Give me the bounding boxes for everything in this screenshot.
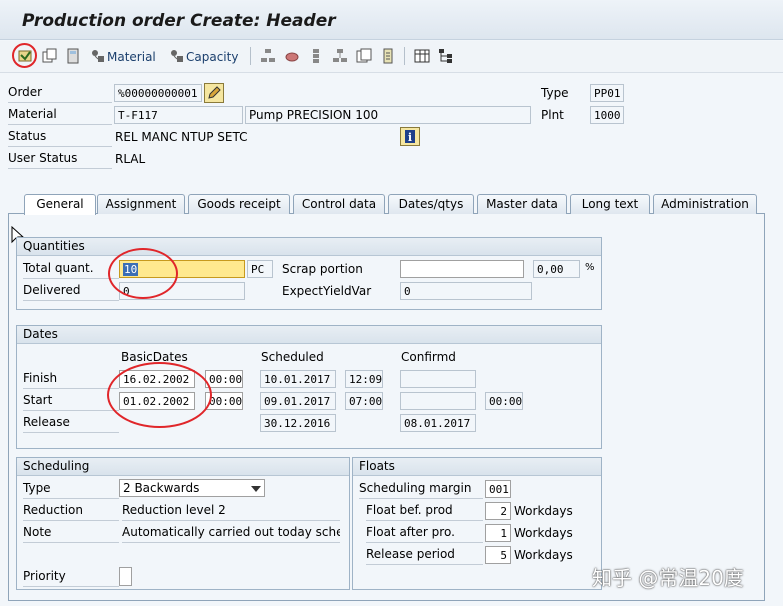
tree-icon[interactable] xyxy=(437,47,455,65)
network-icon[interactable] xyxy=(331,47,349,65)
note-label: Note xyxy=(23,525,119,543)
scheduled-header: Scheduled xyxy=(261,350,324,364)
scheduling-margin-input[interactable]: 001 xyxy=(485,480,511,498)
percent-sign: % xyxy=(585,262,595,273)
scheduling-type-label: Type xyxy=(23,481,119,499)
component-icon[interactable] xyxy=(283,47,301,65)
release-scheduled-date: 30.12.2016 xyxy=(260,414,336,432)
material-field: T-F117 xyxy=(114,106,243,124)
finish-scheduled-time: 12:09 xyxy=(345,370,383,388)
toolbar-separator xyxy=(404,47,405,65)
edit-icon[interactable] xyxy=(204,83,224,103)
start-confirmed-time: 00:00 xyxy=(485,392,523,410)
start-scheduled-time: 07:00 xyxy=(345,392,383,410)
sequence-icon[interactable] xyxy=(307,47,325,65)
toolbar-separator xyxy=(250,47,251,65)
float-before-input[interactable]: 2 xyxy=(485,502,511,520)
release-icon[interactable] xyxy=(16,47,34,65)
material-icon[interactable] xyxy=(89,47,107,65)
finish-confirmed-date xyxy=(400,370,476,388)
scrap-percent-field: 0,00 xyxy=(533,260,580,278)
delivered-label: Delivered xyxy=(23,283,119,301)
start-label: Start xyxy=(23,393,119,411)
type-label: Type xyxy=(541,86,569,100)
priority-label: Priority xyxy=(23,569,119,587)
user-status-value: RLAL xyxy=(115,152,146,166)
dates-title: Dates xyxy=(17,326,601,344)
material-label: Material xyxy=(8,107,112,125)
float-after-input[interactable]: 1 xyxy=(485,524,511,542)
scheduling-type-value: 2 Backwards xyxy=(123,481,200,495)
material-button[interactable]: Material xyxy=(107,50,156,64)
annotation-circle-basic-dates xyxy=(107,362,212,428)
floats-title: Floats xyxy=(353,458,601,476)
reduction-label: Reduction xyxy=(23,503,119,521)
finish-label: Finish xyxy=(23,371,119,389)
tab-long-text[interactable]: Long text xyxy=(570,194,650,214)
scheduling-type-select[interactable]: 2 Backwards xyxy=(119,479,265,497)
type-field: PP01 xyxy=(590,84,624,102)
tab-control-data[interactable]: Control data xyxy=(293,194,385,214)
svg-text:i: i xyxy=(408,131,412,144)
annotation-circle-quantity xyxy=(108,248,178,299)
status-value: REL MANC NTUP SETC xyxy=(115,130,248,144)
hierarchy-icon[interactable] xyxy=(259,47,277,65)
float-after-label: Float after pro. xyxy=(366,525,483,543)
list-icon[interactable] xyxy=(379,47,397,65)
plant-label: Plnt xyxy=(541,108,564,122)
confirmed-header: Confirmd xyxy=(401,350,456,364)
info-icon[interactable]: i xyxy=(400,127,420,146)
start-scheduled-date: 09.01.2017 xyxy=(260,392,336,410)
scrap-portion-input[interactable] xyxy=(400,260,524,278)
reduction-value: Reduction level 2 xyxy=(122,503,340,521)
float-after-unit: Workdays xyxy=(514,526,573,540)
note-value: Automatically carried out today sched... xyxy=(122,525,340,543)
chevron-down-icon[interactable] xyxy=(250,483,262,493)
page-title: Production order Create: Header xyxy=(22,11,336,31)
finish-basic-time-input[interactable]: 00:00 xyxy=(205,370,243,388)
watermark: 知乎 @常温20度 xyxy=(592,566,744,590)
priority-input[interactable] xyxy=(119,567,132,586)
quantities-title: Quantities xyxy=(17,238,601,256)
float-before-label: Float bef. prod xyxy=(366,503,483,521)
release-period-input[interactable]: 5 xyxy=(485,546,511,564)
release-confirmed-date: 08.01.2017 xyxy=(400,414,476,432)
copy-icon[interactable] xyxy=(41,47,59,65)
order-field: %00000000001 xyxy=(114,84,202,102)
capacity-icon[interactable] xyxy=(168,47,186,65)
calculator-icon[interactable] xyxy=(64,47,82,65)
plant-field: 1000 xyxy=(590,106,624,124)
start-confirmed-date xyxy=(400,392,476,410)
release-label: Release xyxy=(23,415,119,433)
status-label: Status xyxy=(8,129,112,147)
scheduling-margin-label: Scheduling margin xyxy=(359,481,483,499)
tab-master-data[interactable]: Master data xyxy=(477,194,567,214)
material-description: Pump PRECISION 100 xyxy=(245,106,531,124)
documents-icon[interactable] xyxy=(355,47,373,65)
finish-scheduled-date: 10.01.2017 xyxy=(260,370,336,388)
release-period-unit: Workdays xyxy=(514,548,573,562)
tab-goods-receipt[interactable]: Goods receipt xyxy=(188,194,290,214)
unit-field: PC xyxy=(247,260,273,278)
scheduling-title: Scheduling xyxy=(17,458,349,476)
expect-yield-field: 0 xyxy=(400,282,532,300)
tab-dates-qtys[interactable]: Dates/qtys xyxy=(388,194,474,214)
table-icon[interactable] xyxy=(413,47,431,65)
total-quantity-label: Total quant. xyxy=(23,261,119,279)
scrap-portion-label: Scrap portion xyxy=(282,262,363,276)
release-period-label: Release period xyxy=(366,547,483,565)
tab-assignment[interactable]: Assignment xyxy=(97,194,185,214)
user-status-label: User Status xyxy=(8,151,112,169)
float-before-unit: Workdays xyxy=(514,504,573,518)
order-label: Order xyxy=(8,85,112,103)
tab-administration[interactable]: Administration xyxy=(653,194,757,214)
floats-group: Floats xyxy=(352,457,602,590)
expect-yield-label: ExpectYieldVar xyxy=(282,284,372,298)
capacity-button[interactable]: Capacity xyxy=(186,50,238,64)
tab-general[interactable]: General xyxy=(24,194,96,215)
